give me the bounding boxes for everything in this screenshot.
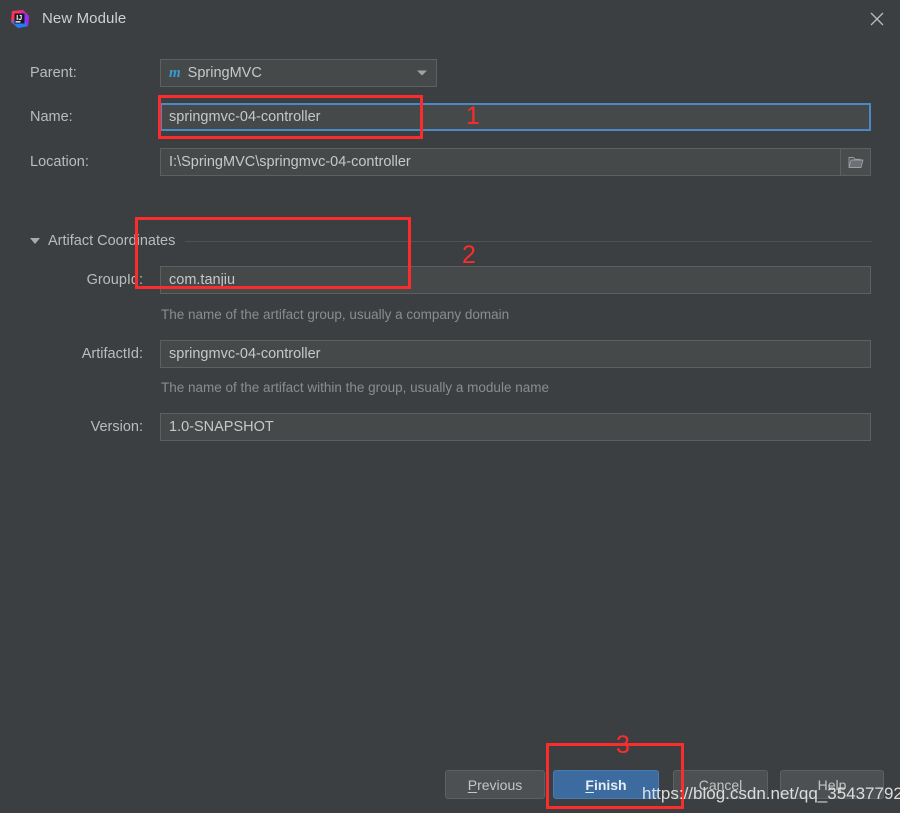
chevron-down-icon <box>417 70 427 76</box>
name-input[interactable]: springmvc-04-controller <box>160 103 871 131</box>
artifact-id-input[interactable]: springmvc-04-controller <box>160 340 871 368</box>
location-input[interactable]: I:\SpringMVC\springmvc-04-controller <box>160 148 841 176</box>
location-value: I:\SpringMVC\springmvc-04-controller <box>169 154 411 170</box>
close-icon[interactable] <box>854 0 900 37</box>
finish-button-label: inish <box>593 776 627 793</box>
previous-mnemonic: P <box>467 776 478 793</box>
maven-module-icon: m <box>169 64 181 81</box>
group-id-hint: The name of the artifact group, usually … <box>161 307 510 322</box>
group-id-input[interactable]: com.tanjiu <box>160 266 871 294</box>
previous-button-label: revious <box>477 776 523 793</box>
version-value: 1.0-SNAPSHOT <box>169 419 274 435</box>
name-label: Name: <box>30 109 73 125</box>
intellij-idea-icon: IJ <box>10 9 30 29</box>
artifact-coordinates-label: Artifact Coordinates <box>48 233 176 249</box>
parent-value: SpringMVC <box>187 65 262 81</box>
dialog-body: Parent: m SpringMVC Name: springmvc-04-c… <box>0 37 900 813</box>
location-label: Location: <box>30 154 89 170</box>
artifact-id-hint: The name of the artifact within the grou… <box>161 380 549 395</box>
group-id-value: com.tanjiu <box>169 272 236 288</box>
folder-icon <box>848 156 863 168</box>
name-value: springmvc-04-controller <box>169 109 321 125</box>
finish-mnemonic: F <box>585 776 594 793</box>
finish-button[interactable]: Finish <box>553 770 659 799</box>
parent-combobox[interactable]: m SpringMVC <box>160 59 437 87</box>
help-button-label: Help <box>817 776 847 793</box>
group-id-label: GroupId: <box>86 272 143 288</box>
artifact-coordinates-section-header[interactable]: Artifact Coordinates <box>30 231 872 251</box>
artifact-id-label: ArtifactId: <box>81 346 143 362</box>
version-label: Version: <box>90 419 143 435</box>
location-browse-button[interactable] <box>841 148 871 176</box>
dialog-titlebar: IJ New Module <box>0 0 900 37</box>
triangle-down-icon <box>30 238 40 244</box>
dialog-title: New Module <box>42 10 127 27</box>
previous-button[interactable]: Previous <box>445 770 545 799</box>
parent-label: Parent: <box>30 65 77 81</box>
version-input[interactable]: 1.0-SNAPSHOT <box>160 413 871 441</box>
row-parent: Parent: <box>0 59 900 87</box>
help-button[interactable]: Help <box>780 770 884 799</box>
new-module-dialog: IJ New Module Parent: m SpringMVC Name: … <box>0 0 900 813</box>
section-divider <box>185 240 872 242</box>
cancel-button-label: Cancel <box>698 776 743 793</box>
svg-text:IJ: IJ <box>16 15 22 22</box>
artifact-id-value: springmvc-04-controller <box>169 346 321 362</box>
cancel-button[interactable]: Cancel <box>673 770 768 799</box>
